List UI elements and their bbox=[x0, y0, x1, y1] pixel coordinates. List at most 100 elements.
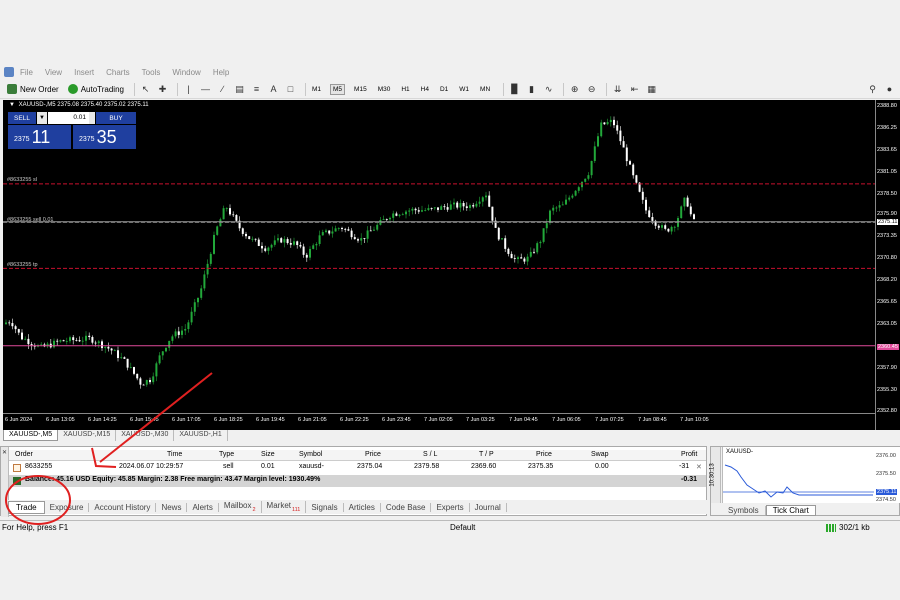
bar-chart-icon[interactable]: ▉ bbox=[508, 83, 521, 96]
trend-line-icon[interactable]: ∕ bbox=[216, 83, 229, 96]
chart-tab-m15[interactable]: XAUUSD-,M15 bbox=[58, 430, 117, 441]
timeframe-w1[interactable]: W1 bbox=[457, 85, 471, 94]
tab-code-base[interactable]: Code Base bbox=[381, 502, 432, 512]
tab-experts[interactable]: Experts bbox=[431, 502, 470, 512]
timeframe-m15[interactable]: M15 bbox=[352, 85, 369, 94]
search-icon[interactable]: ⚲ bbox=[866, 83, 879, 96]
cursor-icon[interactable]: ↖ bbox=[139, 83, 152, 96]
close-icon[interactable]: ✕ bbox=[2, 449, 7, 456]
sell-price-button[interactable]: 2375 11 bbox=[8, 125, 71, 149]
fibonacci-icon[interactable]: ≡ bbox=[250, 83, 263, 96]
timeframe-h1[interactable]: H1 bbox=[399, 85, 411, 94]
user-icon[interactable]: ● bbox=[883, 83, 896, 96]
buy-button[interactable]: BUY bbox=[96, 112, 136, 124]
autotrading-button[interactable]: AutoTrading bbox=[65, 82, 127, 97]
menu-insert[interactable]: Insert bbox=[74, 68, 94, 77]
text-icon[interactable]: A bbox=[267, 83, 280, 96]
zoom-in-icon[interactable]: ⊕ bbox=[568, 83, 581, 96]
volume-input[interactable]: 0.01 bbox=[48, 112, 89, 124]
menu-help[interactable]: Help bbox=[213, 68, 229, 77]
col-price[interactable]: Price bbox=[365, 451, 381, 458]
chart-shift-icon[interactable]: ⇤ bbox=[628, 83, 641, 96]
timeframe-h4[interactable]: H4 bbox=[419, 85, 431, 94]
menu-tools[interactable]: Tools bbox=[142, 68, 161, 77]
col-sl[interactable]: S / L bbox=[423, 451, 437, 458]
candle-body bbox=[673, 226, 676, 228]
col-type[interactable]: Type bbox=[219, 451, 234, 458]
col-order[interactable]: Order bbox=[15, 451, 33, 458]
vertical-line-icon[interactable]: | bbox=[182, 83, 195, 96]
candle-body bbox=[360, 238, 363, 241]
col-tp[interactable]: T / P bbox=[479, 451, 494, 458]
candle-body bbox=[85, 335, 87, 341]
tab-label: Experts bbox=[436, 502, 464, 512]
buy-price-button[interactable]: 2375 35 bbox=[73, 125, 136, 149]
candle-body bbox=[17, 329, 20, 333]
tab-mailbox[interactable]: Mailbox2 bbox=[219, 501, 262, 513]
balance-icon bbox=[13, 477, 21, 485]
time-tick: 6 Jun 15:45 bbox=[130, 417, 159, 423]
label-icon[interactable]: □ bbox=[284, 83, 297, 96]
tab-tick-chart[interactable]: Tick Chart bbox=[765, 504, 816, 516]
sell-button[interactable]: SELL bbox=[8, 112, 36, 124]
line-chart-icon[interactable]: ∿ bbox=[542, 83, 555, 96]
connection-status[interactable]: 302/1 kb bbox=[826, 523, 870, 532]
volume-dropdown-icon[interactable]: ▼ bbox=[37, 112, 47, 124]
tab-news[interactable]: News bbox=[156, 502, 188, 512]
candle-body bbox=[609, 119, 612, 123]
tab-journal[interactable]: Journal bbox=[470, 502, 507, 512]
col-swap[interactable]: Swap bbox=[591, 451, 609, 458]
candle-body bbox=[344, 228, 347, 230]
col-symbol[interactable]: Symbol bbox=[299, 451, 322, 458]
tab-exposure[interactable]: Exposure bbox=[45, 502, 90, 512]
auto-scroll-icon[interactable]: ⇊ bbox=[611, 83, 624, 96]
candle-body bbox=[309, 248, 311, 258]
col-current-price[interactable]: Price bbox=[536, 451, 552, 458]
col-profit[interactable]: Profit bbox=[681, 451, 697, 458]
row-sl[interactable]: 2379.58 bbox=[414, 463, 439, 470]
grid-icon[interactable]: ▦ bbox=[645, 83, 658, 96]
trade-row[interactable]: 8633255 2024.06.07 10:29:57 sell 0.01 xa… bbox=[9, 462, 706, 474]
tab-symbols[interactable]: Symbols bbox=[722, 505, 766, 515]
tab-account-history[interactable]: Account History bbox=[89, 502, 157, 512]
candle-body bbox=[565, 199, 567, 205]
candlestick-icon[interactable]: ▮ bbox=[525, 83, 538, 96]
timeframe-m30[interactable]: M30 bbox=[376, 85, 393, 94]
timeframe-mn[interactable]: MN bbox=[478, 85, 492, 94]
chart-tab-h1[interactable]: XAUUSD-,H1 bbox=[174, 430, 228, 441]
chart-tab-m5[interactable]: XAUUSD-,M5 bbox=[3, 430, 59, 441]
tick-chart[interactable]: XAUUSD- bbox=[722, 447, 887, 503]
candle-body bbox=[27, 338, 30, 345]
crosshair-icon[interactable]: ✚ bbox=[156, 83, 169, 96]
candle-body bbox=[315, 243, 318, 246]
candle-body bbox=[254, 238, 257, 240]
candle-body bbox=[302, 246, 305, 255]
buy-price-prefix: 2375 bbox=[79, 135, 95, 143]
chart-dropdown-icon[interactable]: ▼ bbox=[9, 102, 15, 108]
tab-alerts[interactable]: Alerts bbox=[187, 502, 219, 512]
menu-window[interactable]: Window bbox=[172, 68, 200, 77]
candle-body bbox=[177, 331, 180, 335]
row-tp[interactable]: 2369.60 bbox=[471, 463, 496, 470]
tab-trade[interactable]: Trade bbox=[8, 500, 45, 514]
menu-file[interactable]: File bbox=[20, 68, 33, 77]
menu-charts[interactable]: Charts bbox=[106, 68, 130, 77]
timeframe-m5[interactable]: M5 bbox=[330, 83, 346, 95]
volume-stepper[interactable] bbox=[89, 112, 95, 124]
tab-signals[interactable]: Signals bbox=[306, 502, 344, 512]
chart-tab-m30[interactable]: XAUUSD-,M30 bbox=[116, 430, 175, 441]
menu-view[interactable]: View bbox=[45, 68, 62, 77]
timeframe-d1[interactable]: D1 bbox=[438, 85, 450, 94]
channel-icon[interactable]: ▤ bbox=[233, 83, 246, 96]
tab-articles[interactable]: Articles bbox=[344, 502, 381, 512]
chart-tab-bar: XAUUSD-,M5 XAUUSD-,M15 XAUUSD-,M30 XAUUS… bbox=[3, 430, 900, 443]
tab-market[interactable]: Market111 bbox=[262, 501, 307, 513]
col-time[interactable]: Time bbox=[167, 451, 182, 458]
timeframe-m1[interactable]: M1 bbox=[310, 85, 323, 94]
price-chart[interactable]: ▼ XAUUSD-,M5 2375.08 2375.40 2375.02 237… bbox=[3, 100, 899, 430]
col-size[interactable]: Size bbox=[261, 451, 275, 458]
zoom-out-icon[interactable]: ⊖ bbox=[585, 83, 598, 96]
close-position-icon[interactable]: ✕ bbox=[696, 463, 702, 471]
new-order-button[interactable]: New Order bbox=[4, 82, 62, 97]
horizontal-line-icon[interactable]: — bbox=[199, 83, 212, 96]
